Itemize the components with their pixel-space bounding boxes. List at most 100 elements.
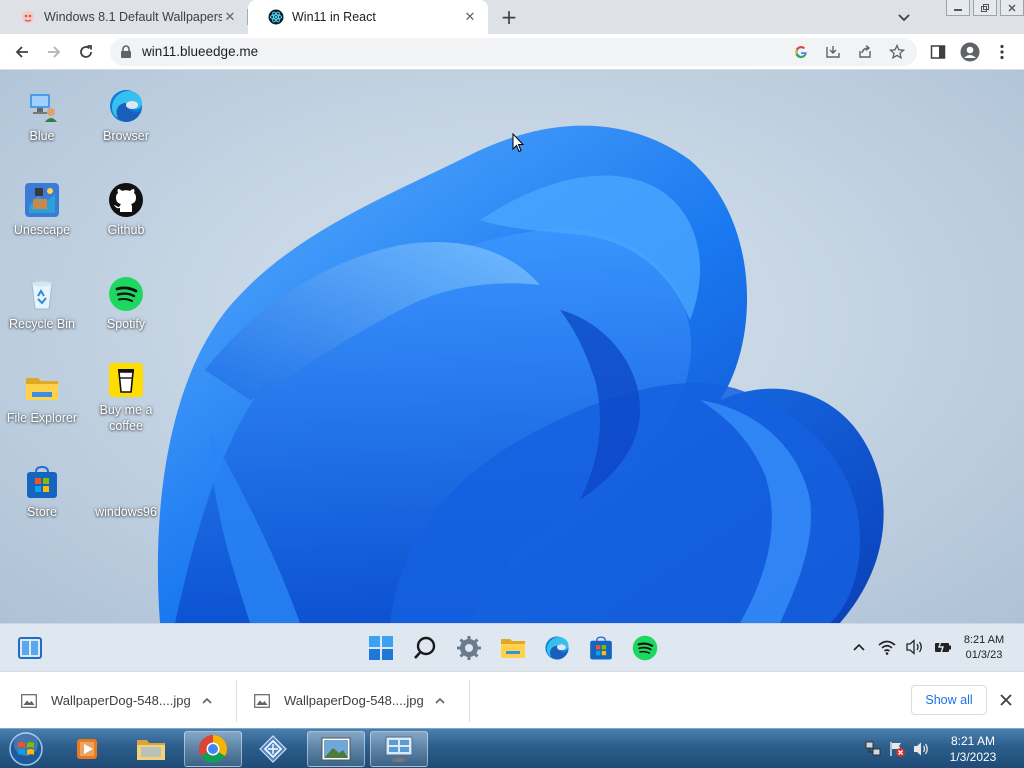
- download-item[interactable]: WallpaperDog-548....jpg: [21, 672, 215, 729]
- close-window-button[interactable]: [1000, 0, 1024, 16]
- edge-button[interactable]: [542, 633, 572, 663]
- desktop-icon-spotify[interactable]: Spotify: [84, 276, 168, 332]
- desktop-icon-label: Buy me a coffee: [99, 403, 153, 433]
- back-button[interactable]: [10, 40, 34, 64]
- download-shelf: WallpaperDog-548....jpg WallpaperDog-548…: [0, 671, 1024, 728]
- taskbar-pinned-apps: [366, 633, 660, 663]
- window-controls: [946, 0, 1024, 18]
- media-player-taskbar-button[interactable]: [58, 731, 116, 767]
- file-explorer-button[interactable]: [498, 633, 528, 663]
- close-shelf-icon[interactable]: [998, 692, 1014, 708]
- avatar-icon: [960, 42, 980, 62]
- download-icon: [826, 46, 840, 58]
- edge-icon: [110, 90, 142, 122]
- desktop-icon-github[interactable]: Github: [84, 182, 168, 238]
- download-options-button[interactable]: [432, 693, 448, 709]
- win7-system-tray: [864, 740, 930, 758]
- tab-close-button[interactable]: ✕: [462, 9, 478, 25]
- chevron-up-icon: [202, 697, 212, 704]
- folder-icon: [501, 639, 525, 658]
- windows7-start-orb-icon[interactable]: [6, 731, 46, 767]
- download-options-button[interactable]: [199, 693, 215, 709]
- show-hidden-icons-button[interactable]: [850, 638, 868, 656]
- google-translate-button[interactable]: [792, 43, 810, 61]
- github-icon: [109, 183, 143, 217]
- start-button[interactable]: [366, 633, 396, 663]
- desktop-icon-label: File Explorer: [6, 411, 78, 425]
- store-button[interactable]: [586, 633, 616, 663]
- volume-button[interactable]: [906, 638, 924, 656]
- clock-date: 01/3/23: [965, 649, 1003, 661]
- desktop-icon-browser[interactable]: Browser: [84, 88, 168, 144]
- install-app-button[interactable]: [824, 43, 842, 61]
- lock-icon[interactable]: [120, 45, 132, 59]
- settings-button[interactable]: [454, 633, 484, 663]
- desktop-icon-unescape[interactable]: Unescape: [0, 182, 84, 238]
- desktop-icon-file-explorer[interactable]: File Explorer: [0, 370, 84, 426]
- photo-viewer-taskbar-button[interactable]: [307, 731, 365, 767]
- show-all-downloads-button[interactable]: Show all: [911, 685, 987, 715]
- desktop-icon-windows96[interactable]: windows96: [84, 464, 168, 520]
- remote-desktop-taskbar-button[interactable]: [370, 731, 428, 767]
- tab-win11-react[interactable]: Win11 in React ✕: [248, 0, 488, 34]
- win11-clock[interactable]: 8:21 AM 01/3/23: [952, 633, 1016, 663]
- volume-tray-button[interactable]: [912, 740, 930, 758]
- url-text[interactable]: win11.blueedge.me: [142, 44, 258, 59]
- restore-button[interactable]: [973, 0, 997, 16]
- desktop-icon-label: windows96: [95, 505, 157, 519]
- desktop-icon-label: Unescape: [13, 223, 71, 237]
- kebab-menu-icon: [1000, 44, 1004, 60]
- wallpaper-site-favicon: [22, 11, 34, 23]
- browser-menu-button[interactable]: [990, 40, 1014, 64]
- network-icon: [865, 741, 881, 756]
- diamond-app-icon: [259, 735, 287, 763]
- app-taskbar-button[interactable]: [244, 731, 302, 767]
- side-panel-button[interactable]: [926, 40, 950, 64]
- explorer-taskbar-button[interactable]: [122, 731, 180, 767]
- desktop-icon-label: Store: [27, 505, 57, 519]
- folder-icon: [26, 378, 58, 400]
- chrome-taskbar-button[interactable]: [184, 731, 242, 767]
- win7-taskbar: 8:21 AM 1/3/2023: [0, 728, 1024, 768]
- profile-button[interactable]: [958, 40, 982, 64]
- address-bar[interactable]: win11.blueedge.me: [110, 38, 917, 66]
- bookmark-button[interactable]: [888, 43, 906, 61]
- spotify-icon: [109, 277, 143, 311]
- desktop-icon-label: Recycle Bin: [9, 317, 75, 331]
- react-favicon-icon: [268, 9, 284, 25]
- download-item[interactable]: WallpaperDog-548....jpg: [254, 672, 448, 729]
- action-center-tray-button[interactable]: [888, 740, 906, 758]
- win11-taskbar: 8:21 AM 01/3/23: [0, 623, 1024, 671]
- tab-search-chevron-icon[interactable]: [895, 8, 913, 26]
- download-divider: [469, 680, 470, 722]
- minimize-button[interactable]: [946, 0, 970, 16]
- forward-button[interactable]: [42, 40, 66, 64]
- tab-windows-wallpapers[interactable]: Windows 8.1 Default Wallpapers ✕: [0, 0, 248, 34]
- store-icon: [27, 465, 57, 498]
- spotify-button[interactable]: [630, 633, 660, 663]
- desktop-icon-blue[interactable]: Blue: [0, 88, 84, 144]
- wifi-button[interactable]: [878, 638, 896, 656]
- new-tab-button[interactable]: +: [497, 5, 521, 29]
- desktop-icon-buy-me-a-coffee[interactable]: Buy me a coffee: [84, 362, 168, 434]
- windows-logo-icon: [369, 636, 393, 660]
- desktop-icon-store[interactable]: Store: [0, 464, 84, 520]
- download-filename: WallpaperDog-548....jpg: [284, 693, 424, 708]
- win7-clock[interactable]: 8:21 AM 1/3/2023: [936, 733, 1010, 765]
- win11-desktop[interactable]: Blue Browser Unescape Github Recycle Bin…: [0, 70, 1024, 623]
- image-file-icon: [254, 693, 270, 708]
- battery-button[interactable]: [934, 638, 952, 656]
- network-tray-button[interactable]: [864, 740, 882, 758]
- gear-icon: [457, 636, 481, 660]
- share-button[interactable]: [856, 43, 874, 61]
- store-icon: [590, 636, 612, 660]
- desktop-icon-recycle-bin[interactable]: Recycle Bin: [0, 276, 84, 332]
- restore-icon: [981, 3, 989, 12]
- reload-button[interactable]: [74, 40, 98, 64]
- battery-charging-icon: [935, 640, 951, 654]
- tab-close-button[interactable]: ✕: [222, 9, 238, 25]
- chrome-icon: [199, 735, 227, 763]
- clock-time: 8:21 AM: [950, 734, 996, 748]
- widgets-icon[interactable]: [18, 637, 42, 659]
- search-button[interactable]: [410, 633, 440, 663]
